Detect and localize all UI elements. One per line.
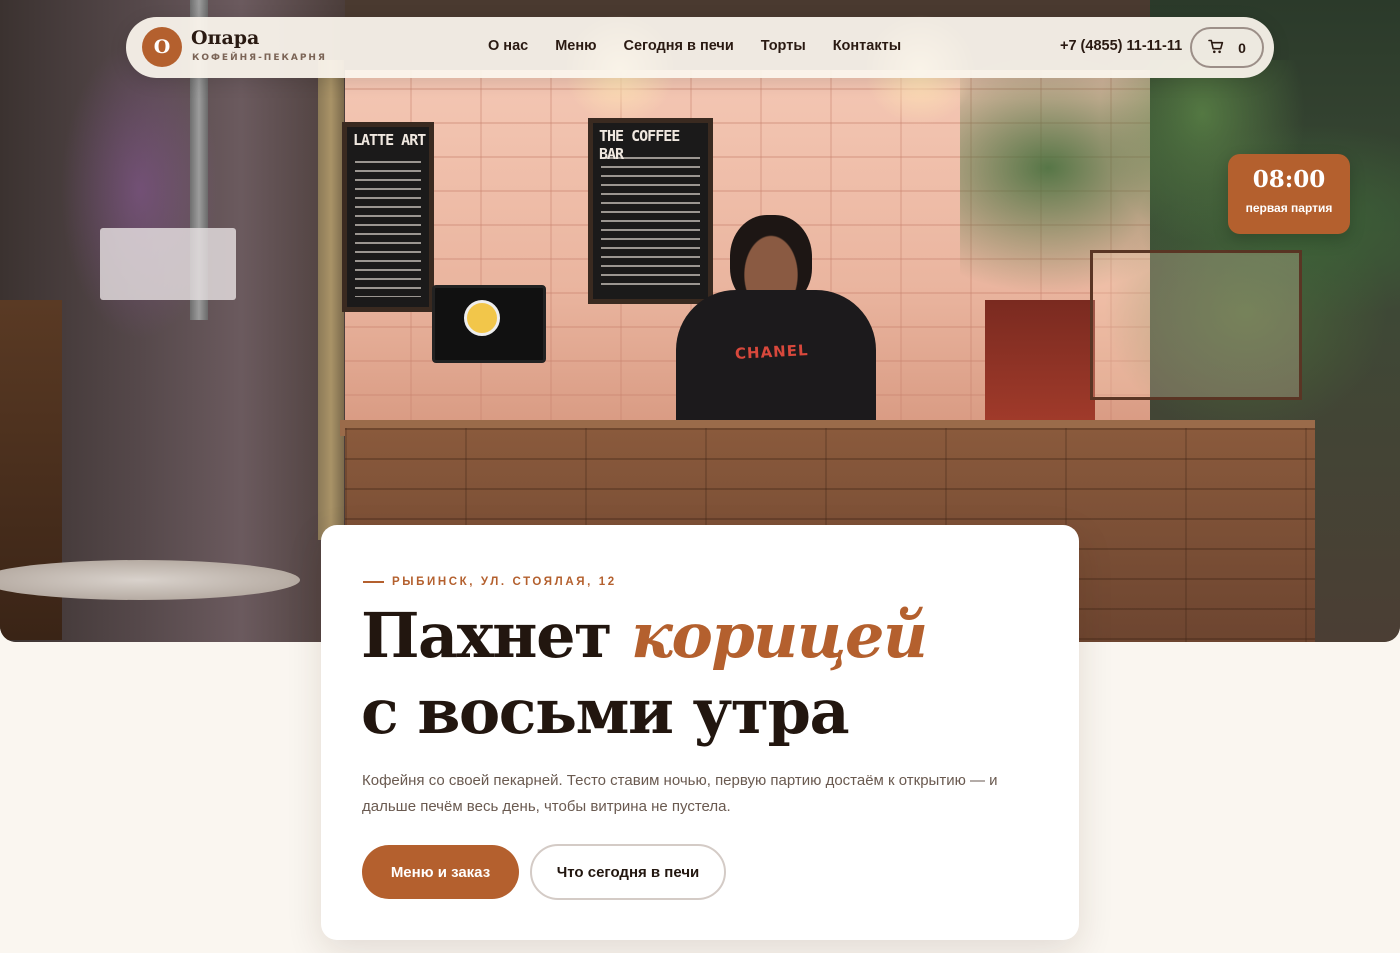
nav-item-contacts[interactable]: Контакты <box>833 38 901 54</box>
logo-name[interactable]: Опара <box>191 27 259 49</box>
headline-accent: корицей <box>631 599 928 672</box>
nav-item-today[interactable]: Сегодня в печи <box>624 38 734 54</box>
badge-time: 08:00 <box>1252 166 1326 193</box>
cart-button[interactable]: 0 <box>1190 27 1264 68</box>
nav-item-about[interactable]: О нас <box>488 38 528 54</box>
page-title: Пахнет корицей с восьми утра <box>361 598 1061 750</box>
shirt-print: CHANEL <box>734 341 809 363</box>
nav-item-cakes[interactable]: Торты <box>761 38 806 54</box>
cart-count: 0 <box>1238 39 1246 56</box>
address-text: РЫБИНСК, УЛ. СТОЯЛАЯ, 12 <box>392 576 617 588</box>
smiley-sticker <box>464 300 500 336</box>
headline-part2: с восьми утра <box>361 675 850 748</box>
lead-text: Кофейня со своей пекарней. Тесто ставим … <box>362 772 998 815</box>
today-in-oven-button[interactable]: Что сегодня в печи <box>530 844 726 900</box>
badge-label: первая партия <box>1245 201 1333 215</box>
pastry-vitrine <box>1090 250 1302 400</box>
menu-board-left: LATTE ART <box>342 122 434 312</box>
logo-mark[interactable]: О <box>142 27 182 67</box>
hero-card: РЫБИНСК, УЛ. СТОЯЛАЯ, 12 Пахнет корицей … <box>321 525 1079 940</box>
navbar: О Опара КОФЕЙНЯ-ПЕКАРНЯ О нас Меню Сегод… <box>126 17 1274 78</box>
logo-tagline: КОФЕЙНЯ-ПЕКАРНЯ <box>192 53 327 63</box>
menu-order-button[interactable]: Меню и заказ <box>362 845 519 899</box>
first-batch-badge: 08:00 первая партия <box>1228 154 1350 234</box>
wooden-pillar <box>318 60 344 540</box>
eyebrow-line <box>363 581 384 583</box>
cart-icon <box>1208 39 1224 57</box>
headline-part1: Пахнет <box>361 599 632 672</box>
nav-item-menu[interactable]: Меню <box>555 38 596 54</box>
phone-link[interactable]: +7 (4855) 11-11-11 <box>1060 38 1182 54</box>
menu-board-left-title: LATTE ART <box>353 131 426 149</box>
menu-board-right: THE COFFEE BAR <box>588 118 713 304</box>
address-eyebrow: РЫБИНСК, УЛ. СТОЯЛАЯ, 12 <box>363 576 617 588</box>
main-nav: О нас Меню Сегодня в печи Торты Контакты <box>488 38 901 54</box>
coffee-machine <box>985 300 1095 420</box>
wall-sockets <box>100 228 236 300</box>
